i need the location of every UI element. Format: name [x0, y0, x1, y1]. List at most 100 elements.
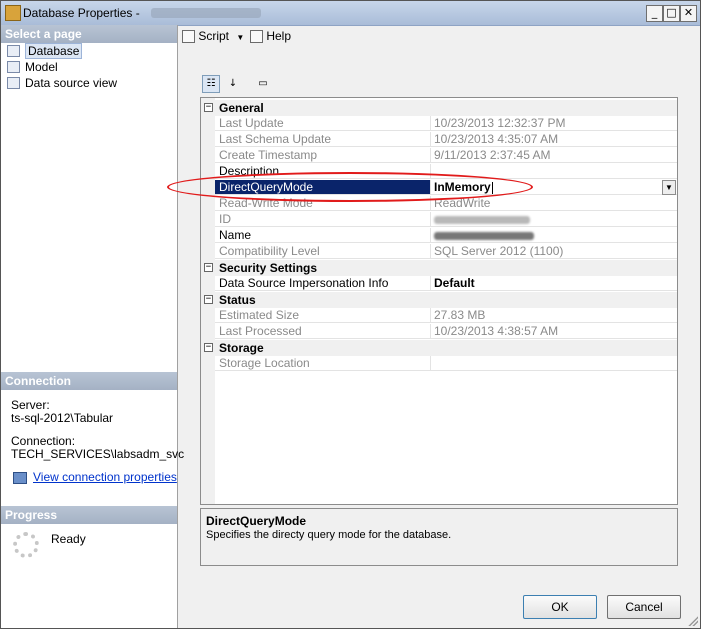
connection-value: TECH_SERVICES\labsadm_svc — [11, 447, 185, 461]
connection-properties-icon — [13, 471, 27, 484]
view-connection-link[interactable]: View connection properties — [33, 470, 177, 484]
redacted-value — [434, 231, 534, 240]
property-create-timestamp[interactable]: Create Timestamp 9/11/2013 2:37:45 AM — [201, 148, 677, 164]
page-item-label: Data source view — [25, 76, 118, 90]
property-value: SQL Server 2012 (1100) — [431, 244, 677, 259]
chevron-down-icon[interactable]: ▼ — [662, 180, 676, 195]
property-value: 10/23/2013 4:35:07 AM — [431, 132, 677, 147]
text-caret — [491, 181, 493, 194]
database-icon — [5, 5, 21, 21]
server-label: Server: — [11, 398, 50, 412]
title-bar[interactable]: Database Properties - _ □ ✕ — [1, 1, 700, 26]
description-panel: DirectQueryMode Specifies the directy qu… — [200, 508, 678, 566]
property-page-icon — [7, 45, 20, 57]
property-value-redacted[interactable] — [431, 228, 677, 243]
property-name: Description — [215, 164, 431, 179]
property-name: Compatibility Level — [215, 244, 431, 259]
close-button[interactable]: ✕ — [680, 5, 697, 22]
progress-header: Progress — [1, 506, 177, 524]
page-item-label: Database — [25, 43, 83, 59]
property-value: 27.83 MB — [431, 308, 677, 323]
connection-header: Connection — [1, 372, 177, 390]
collapse-icon[interactable]: − — [204, 295, 213, 304]
property-value-redacted — [431, 212, 677, 227]
window-title: Database Properties - — [23, 6, 140, 20]
select-page-header: Select a page — [1, 25, 177, 43]
property-name: ID — [215, 212, 431, 227]
property-name-row[interactable]: Name — [201, 228, 677, 244]
property-storage-location[interactable]: Storage Location — [201, 356, 677, 372]
property-name: Last Processed — [215, 324, 431, 339]
collapse-icon[interactable]: − — [204, 103, 213, 112]
property-data-source-impersonation[interactable]: Data Source Impersonation Info Default — [201, 276, 677, 292]
directquerymode-value: InMemory — [434, 180, 491, 194]
cancel-button[interactable]: Cancel — [607, 595, 681, 619]
left-pane: Select a page Database Model Data source… — [1, 25, 184, 628]
property-name: Storage Location — [215, 356, 431, 371]
property-last-schema-update[interactable]: Last Schema Update 10/23/2013 4:35:07 AM — [201, 132, 677, 148]
property-directquerymode[interactable]: DirectQueryMode InMemory ▼ — [201, 180, 677, 196]
collapse-icon[interactable]: − — [204, 263, 213, 272]
progress-spinner-icon — [13, 532, 39, 558]
property-page-icon — [7, 61, 20, 73]
property-estimated-size[interactable]: Estimated Size 27.83 MB — [201, 308, 677, 324]
property-name: Create Timestamp — [215, 148, 431, 163]
property-value: ReadWrite — [431, 196, 677, 211]
property-value: 10/23/2013 4:38:57 AM — [431, 324, 677, 339]
description-title: DirectQueryMode — [206, 514, 307, 528]
property-name: Last Update — [215, 116, 431, 131]
property-name: Last Schema Update — [215, 132, 431, 147]
category-security-settings[interactable]: − Security Settings — [201, 260, 677, 276]
help-icon — [250, 30, 263, 44]
category-status[interactable]: − Status — [201, 292, 677, 308]
property-name: Name — [215, 228, 431, 243]
minimize-button[interactable]: _ — [646, 5, 663, 22]
directquerymode-select[interactable]: InMemory — [431, 180, 677, 195]
category-name: Storage — [219, 341, 264, 355]
resize-grip-icon[interactable] — [688, 616, 698, 626]
description-text: Specifies the directy query mode for the… — [206, 529, 452, 541]
chevron-down-icon[interactable]: ▼ — [236, 33, 244, 42]
script-button[interactable]: Script ▼ — [182, 28, 244, 44]
property-name: Data Source Impersonation Info — [215, 276, 431, 291]
page-item-database[interactable]: Database — [5, 43, 83, 59]
property-name: Read-Write Mode — [215, 196, 431, 211]
property-grid: − General Last Update 10/23/2013 12:32:3… — [200, 97, 678, 505]
server-value: ts-sql-2012\Tabular — [11, 411, 114, 425]
property-value-input[interactable] — [431, 164, 677, 179]
property-read-write-mode[interactable]: Read-Write Mode ReadWrite — [201, 196, 677, 212]
property-grid-toolbar: ☷ ↓ ▭ — [200, 73, 678, 95]
property-value: 10/23/2013 12:32:37 PM — [431, 116, 677, 131]
help-label: Help — [266, 29, 292, 43]
category-name: Security Settings — [219, 261, 318, 275]
page-item-label: Model — [25, 60, 58, 74]
property-value: 9/11/2013 2:37:45 AM — [431, 148, 677, 163]
progress-status: Ready — [51, 532, 86, 546]
property-value[interactable]: Default — [431, 276, 677, 291]
property-value — [431, 356, 677, 371]
categorized-view-icon[interactable]: ☷ — [202, 75, 220, 93]
category-name: General — [219, 101, 264, 115]
view-connection-properties[interactable]: View connection properties — [13, 470, 177, 484]
help-button[interactable]: Help — [250, 28, 291, 44]
category-storage[interactable]: − Storage — [201, 340, 677, 356]
category-general[interactable]: − General — [201, 100, 677, 116]
collapse-icon[interactable]: − — [204, 343, 213, 352]
maximize-button[interactable]: □ — [663, 5, 680, 22]
page-item-model[interactable]: Model — [5, 59, 58, 75]
ok-button[interactable]: OK — [523, 595, 597, 619]
property-name: DirectQueryMode — [215, 180, 431, 195]
category-name: Status — [219, 293, 256, 307]
connection-label: Connection: — [11, 434, 76, 448]
property-last-update[interactable]: Last Update 10/23/2013 12:32:37 PM — [201, 116, 677, 132]
page-item-data-source-view[interactable]: Data source view — [5, 75, 117, 91]
alphabetical-sort-icon[interactable]: ↓ — [224, 75, 242, 93]
property-name: Estimated Size — [215, 308, 431, 323]
property-description[interactable]: Description — [201, 164, 677, 180]
property-pages-icon[interactable]: ▭ — [254, 75, 272, 93]
property-id[interactable]: ID — [201, 212, 677, 228]
script-icon — [182, 30, 195, 44]
redacted-database-name — [151, 8, 261, 18]
property-last-processed[interactable]: Last Processed 10/23/2013 4:38:57 AM — [201, 324, 677, 340]
property-compatibility-level[interactable]: Compatibility Level SQL Server 2012 (110… — [201, 244, 677, 260]
